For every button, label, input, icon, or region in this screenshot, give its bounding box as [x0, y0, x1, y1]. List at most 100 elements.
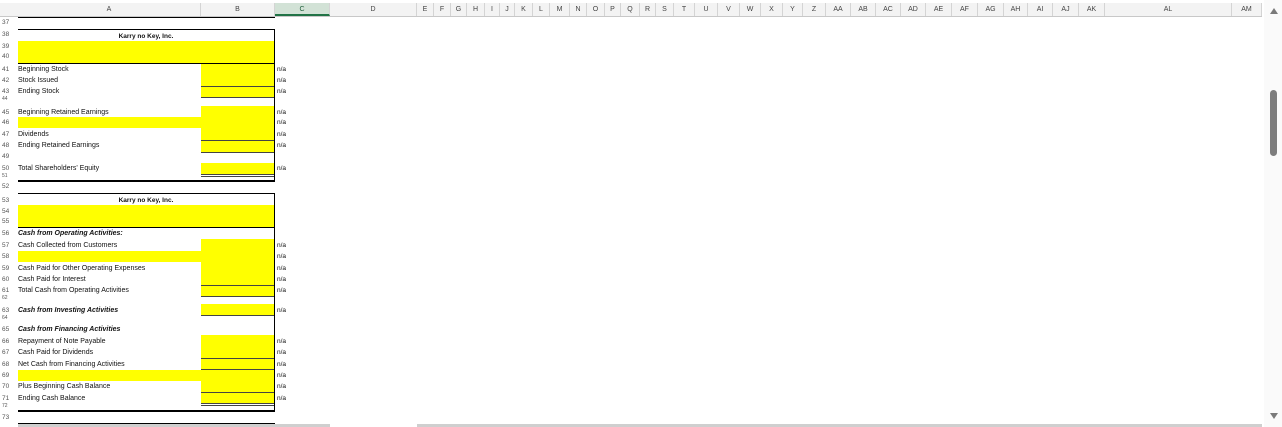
row-number[interactable]: 67 [0, 347, 16, 358]
financing-activities-header: Cash from Financing Activities [18, 326, 121, 333]
column-header-ab[interactable]: AB [851, 3, 876, 16]
input-cell-total-equity[interactable] [201, 163, 274, 174]
column-header-am[interactable]: AM [1232, 3, 1262, 16]
row-number[interactable]: 72 [0, 401, 16, 412]
column-header-z[interactable]: Z [803, 3, 826, 16]
input-cells-operating[interactable] [201, 239, 274, 296]
column-header-ag[interactable]: AG [978, 3, 1004, 16]
row-number[interactable]: 57 [0, 240, 16, 251]
input-cell-net-change[interactable] [18, 370, 274, 381]
column-header-i[interactable]: I [485, 3, 500, 16]
investing-activities-header: Cash from Investing Activities [18, 307, 119, 314]
input-cells-stock[interactable] [201, 64, 274, 97]
row-number[interactable]: 64 [0, 313, 16, 324]
row-number[interactable]: 40 [0, 51, 16, 62]
column-header-h[interactable]: H [467, 3, 485, 16]
column-header-aj[interactable]: AJ [1053, 3, 1079, 16]
row-number[interactable]: 65 [0, 324, 16, 335]
row-number[interactable]: 41 [0, 64, 16, 75]
input-cell-net-income-label[interactable] [18, 117, 201, 128]
column-header-q[interactable]: Q [621, 3, 640, 16]
row-number[interactable]: 44 [0, 94, 16, 105]
column-header-ad[interactable]: AD [901, 3, 926, 16]
vertical-scrollbar-thumb[interactable] [1270, 90, 1277, 156]
border-line [274, 29, 275, 181]
na-text: n/a [277, 276, 287, 283]
column-header-n[interactable]: N [570, 3, 587, 16]
row-number[interactable]: 66 [0, 336, 16, 347]
column-header-ak[interactable]: AK [1079, 3, 1105, 16]
column-header-w[interactable]: W [740, 3, 761, 16]
statement-subtitle-cell[interactable] [18, 41, 274, 63]
label-cash-paid-other: Cash Paid for Other Operating Expenses [18, 265, 146, 272]
label-ending-retained-earnings: Ending Retained Earnings [18, 142, 100, 149]
input-cells-retained-earnings[interactable] [201, 106, 274, 152]
statement-subtitle-cell[interactable] [18, 205, 274, 227]
column-header-k[interactable]: K [515, 3, 533, 16]
row-number[interactable]: 59 [0, 263, 16, 274]
row-number[interactable]: 55 [0, 216, 16, 227]
na-text: n/a [277, 77, 287, 84]
row-number[interactable]: 68 [0, 359, 16, 370]
row-number[interactable]: 52 [0, 181, 16, 192]
column-header-y[interactable]: Y [783, 3, 803, 16]
row-number[interactable]: 47 [0, 129, 16, 140]
column-header-ah[interactable]: AH [1004, 3, 1028, 16]
column-header-f[interactable]: F [434, 3, 451, 16]
row-number[interactable]: 53 [0, 195, 16, 206]
underline [201, 403, 274, 404]
underline [201, 358, 274, 359]
column-header-ac[interactable]: AC [876, 3, 901, 16]
row-number[interactable]: 62 [0, 293, 16, 304]
row-number[interactable]: 60 [0, 274, 16, 285]
column-header-t[interactable]: T [674, 3, 695, 16]
row-number[interactable]: 69 [0, 370, 16, 381]
column-header-a[interactable]: A [18, 3, 201, 16]
na-text: n/a [277, 383, 287, 390]
row-number[interactable]: 70 [0, 381, 16, 392]
column-header-v[interactable]: V [718, 3, 740, 16]
label-plus-beginning-cash: Plus Beginning Cash Balance [18, 383, 111, 390]
column-header-s[interactable]: S [656, 3, 674, 16]
row-number[interactable]: 38 [0, 29, 16, 40]
row-number[interactable]: 56 [0, 228, 16, 239]
column-header-x[interactable]: X [761, 3, 783, 16]
underline [201, 86, 274, 87]
column-header-ai[interactable]: AI [1028, 3, 1053, 16]
double-underline [201, 176, 274, 177]
row-number[interactable]: 46 [0, 117, 16, 128]
row-number[interactable]: 58 [0, 251, 16, 262]
column-header-e[interactable]: E [417, 3, 434, 16]
na-text: n/a [277, 253, 287, 260]
column-header-al[interactable]: AL [1105, 3, 1232, 16]
column-header-m[interactable]: M [550, 3, 570, 16]
row-number[interactable]: 48 [0, 140, 16, 151]
row-number[interactable]: 42 [0, 75, 16, 86]
scroll-down-icon[interactable] [1270, 413, 1278, 419]
border-line [18, 180, 275, 182]
column-header-ae[interactable]: AE [926, 3, 952, 16]
na-text: n/a [277, 142, 287, 149]
column-header-j[interactable]: J [500, 3, 515, 16]
column-header-o[interactable]: O [587, 3, 605, 16]
column-header-aa[interactable]: AA [826, 3, 851, 16]
input-cells-financing[interactable] [201, 335, 274, 369]
column-header-b[interactable]: B [201, 3, 275, 16]
column-header-l[interactable]: L [533, 3, 550, 16]
column-header-d[interactable]: D [330, 3, 417, 16]
row-number[interactable]: 73 [0, 412, 16, 423]
column-header-p[interactable]: P [605, 3, 621, 16]
vertical-scrollbar[interactable] [1264, 0, 1282, 427]
column-header-g[interactable]: G [451, 3, 467, 16]
scroll-up-icon[interactable] [1270, 8, 1278, 14]
border-line [18, 29, 275, 30]
label-net-financing: Net Cash from Financing Activities [18, 361, 125, 368]
column-header-u[interactable]: U [695, 3, 718, 16]
column-header-af[interactable]: AF [952, 3, 978, 16]
row-number[interactable]: 49 [0, 151, 16, 162]
input-cell-operating-label[interactable] [18, 251, 201, 262]
column-header-r[interactable]: R [640, 3, 656, 16]
column-header-c[interactable]: C [275, 3, 330, 16]
row-number[interactable]: 37 [0, 17, 16, 28]
input-cell-investing[interactable] [201, 304, 274, 315]
